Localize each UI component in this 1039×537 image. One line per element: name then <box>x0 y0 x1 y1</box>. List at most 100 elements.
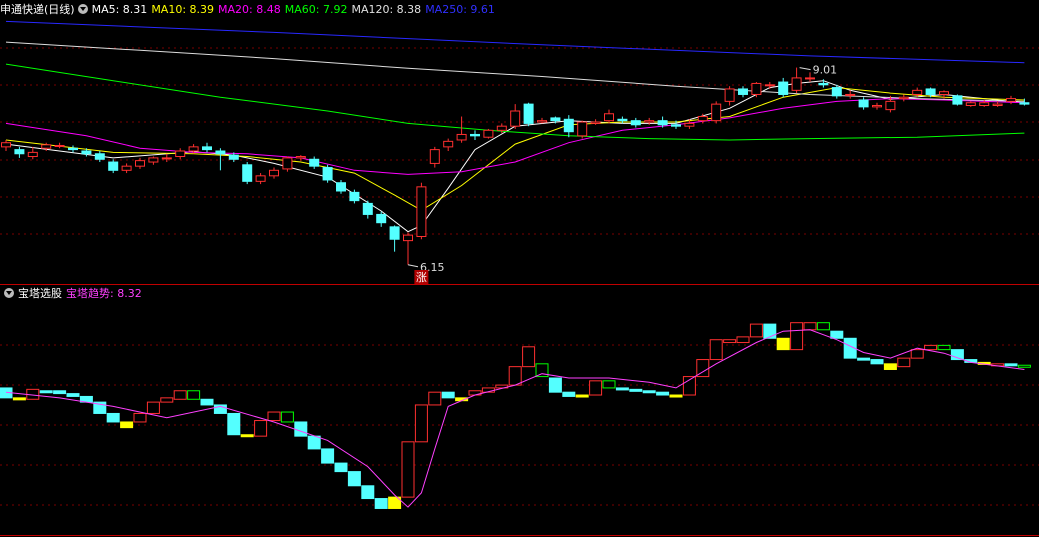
candle-body <box>671 124 681 127</box>
tower-block <box>374 498 388 509</box>
tower-block <box>669 394 683 398</box>
sub-panel-header: 宝塔选股 宝塔趋势: 8.32 <box>0 286 146 302</box>
tower-block <box>146 401 160 414</box>
candle-body <box>483 129 494 138</box>
tower-block <box>749 323 763 338</box>
candle-body <box>135 160 145 167</box>
tower-block <box>441 391 455 399</box>
candle-body <box>81 150 92 155</box>
candle-body <box>858 99 869 108</box>
tower-block <box>227 412 241 436</box>
candle-body <box>336 182 346 192</box>
tower-block <box>66 393 80 397</box>
candle-body <box>537 120 547 123</box>
tower-block <box>548 377 562 393</box>
main-panel-header: 申通快递(日线) MA5: 8.31 MA10: 8.39 MA20: 8.48 MA6… <box>0 2 503 18</box>
candle-body <box>577 121 588 137</box>
tower-block <box>709 339 723 361</box>
stock-chart-window: 9.01 6.15 涨 申通快递(日线) MA5: 8.31 MA10: 8.39 MA2… <box>0 0 1039 537</box>
tower-trend-value: 宝塔趋势: 8.32 <box>66 287 142 300</box>
candle-body <box>228 154 239 160</box>
tower-block <box>870 359 884 365</box>
annotations: 9.016.15涨 <box>407 64 838 284</box>
tower-block <box>790 322 804 351</box>
signal-marker-label: 涨 <box>416 271 427 284</box>
candle-body <box>202 146 212 151</box>
indicator-label: MA10: 8.39 <box>151 3 215 16</box>
chart-canvas: 9.016.15涨 <box>0 20 1039 536</box>
tower-block <box>910 349 924 359</box>
candle-body <box>496 125 507 131</box>
candle-body <box>697 116 708 122</box>
candle-body <box>416 186 427 237</box>
chevron-down-icon[interactable] <box>4 288 14 298</box>
high-pointer <box>799 67 811 71</box>
tower-block <box>294 421 308 437</box>
indicator-label: MA250: 9.61 <box>425 3 495 16</box>
candle-body <box>872 104 882 108</box>
candle-body <box>885 100 896 111</box>
low-pointer <box>407 264 419 268</box>
indicator-label: MA5: 8.31 <box>91 3 148 16</box>
tower-block <box>307 435 321 450</box>
ma-line-ma250 <box>5 20 1025 64</box>
candle-body <box>684 122 695 127</box>
tower-block <box>830 330 844 339</box>
candle-body <box>429 149 440 164</box>
candle-body <box>188 146 199 152</box>
candle-body <box>590 121 601 124</box>
ma-line-ma5 <box>5 80 1025 233</box>
tower-block <box>361 485 375 500</box>
tower-block <box>857 357 871 361</box>
high-price-label: 9.01 <box>813 64 838 77</box>
candle-body <box>389 226 400 240</box>
candle-body <box>818 82 829 86</box>
tower-block <box>347 471 361 487</box>
tower-block <box>763 323 777 339</box>
candle-body <box>952 95 963 105</box>
candle-body <box>362 202 373 215</box>
candle-body <box>550 117 561 122</box>
tower-block <box>816 322 830 331</box>
candle-body <box>604 113 614 122</box>
tower-block <box>428 391 442 406</box>
tower-block <box>642 390 656 394</box>
candle-body <box>309 158 320 167</box>
candle-body <box>764 84 775 87</box>
candle-body <box>175 150 186 158</box>
candle-body <box>657 120 668 126</box>
candle-body <box>617 118 628 122</box>
tower-trend-line <box>5 329 1025 508</box>
candle-body <box>711 103 722 122</box>
tower-block <box>12 397 26 401</box>
chevron-down-icon[interactable] <box>77 4 88 14</box>
indicator-list: MA5: 8.31 MA10: 8.39 MA20: 8.48 MA60: 7.92 M… <box>92 3 499 16</box>
indicator-label: MA60: 7.92 <box>284 3 348 16</box>
candle-body <box>470 133 480 137</box>
candle-body <box>939 91 949 95</box>
candle-body <box>563 118 574 133</box>
tower-block <box>736 336 750 344</box>
candle-body <box>1019 102 1030 105</box>
sub-chart-title: 宝塔选股 <box>18 287 62 300</box>
candle-body <box>925 88 936 95</box>
tower-block <box>414 404 428 443</box>
tower-block <box>589 380 603 396</box>
candle-body <box>269 169 279 177</box>
candle-body <box>161 157 172 160</box>
tower-block <box>106 412 120 423</box>
tower-block <box>53 390 67 395</box>
candle-body <box>510 110 521 127</box>
candle-body <box>148 157 159 163</box>
candle-body <box>831 87 842 97</box>
tower-block <box>120 421 134 429</box>
tower-block <box>602 380 616 389</box>
tower-block <box>39 390 53 394</box>
tower-block <box>280 411 294 423</box>
tower-block <box>575 394 589 398</box>
tower-block <box>254 420 268 437</box>
tower-block <box>562 391 576 397</box>
candle-body <box>805 77 815 80</box>
candle-body <box>778 81 789 95</box>
candle-body <box>215 150 226 155</box>
